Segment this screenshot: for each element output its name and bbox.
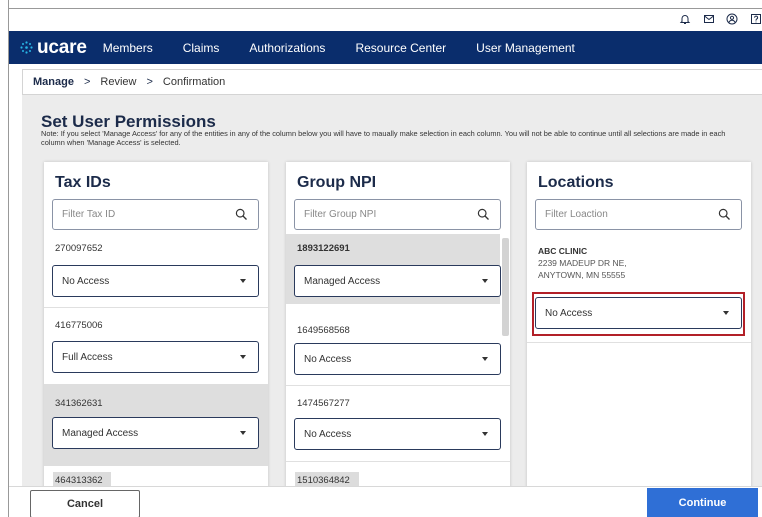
content-area: Set User Permissions Note: If you select… [22, 95, 762, 517]
breadcrumb-separator: > [146, 76, 153, 88]
nav-resource-center[interactable]: Resource Center [355, 41, 446, 55]
tax-id-label: 416775006 [55, 320, 103, 331]
tax-id-label: 341362631 [55, 398, 103, 409]
location-address-line2: ANYTOWN, MN 55555 [538, 270, 626, 280]
location-access-select[interactable]: No Access [535, 297, 742, 329]
search-icon[interactable] [235, 208, 248, 221]
divider [527, 342, 751, 343]
nav-claims[interactable]: Claims [183, 41, 220, 55]
search-icon[interactable] [718, 208, 731, 221]
nav-user-management[interactable]: User Management [476, 41, 575, 55]
chevron-down-icon [240, 355, 246, 359]
location-address-line1: 2239 MADEUP DR NE, [538, 258, 627, 268]
breadcrumb: Manage > Review > Confirmation [22, 69, 762, 95]
brand-name: ucare [37, 36, 87, 58]
bell-icon[interactable] [678, 12, 692, 26]
utility-bar [9, 9, 762, 31]
tax-id-label: 270097652 [55, 243, 103, 254]
npi-access-select[interactable]: Managed Access [294, 265, 501, 297]
chevron-down-icon [482, 357, 488, 361]
tax-id-access-select[interactable]: No Access [52, 265, 259, 297]
breadcrumb-separator: > [83, 76, 91, 88]
npi-access-select[interactable]: No Access [294, 343, 501, 375]
npi-label: 1649568568 [297, 325, 350, 336]
divider [286, 385, 510, 386]
continue-button[interactable]: Continue [647, 488, 758, 517]
chevron-down-icon [723, 311, 729, 315]
action-bar: Cancel Continue [9, 486, 762, 517]
npi-access-select[interactable]: No Access [294, 418, 501, 450]
filter-placeholder: Filter Loaction [545, 209, 608, 220]
nav-members[interactable]: Members [103, 41, 153, 55]
npi-label: 1474567277 [297, 398, 350, 409]
location-filter-input[interactable]: Filter Loaction [535, 199, 742, 230]
tax-id-filter-input[interactable]: Filter Tax ID [52, 199, 259, 230]
chevron-down-icon [240, 279, 246, 283]
select-value: No Access [62, 275, 110, 287]
page-note: Note: If you select 'Manage Access' for … [41, 129, 726, 147]
tax-id-access-select[interactable]: Full Access [52, 341, 259, 373]
help-icon[interactable] [749, 12, 762, 26]
tax-id-access-select[interactable]: Managed Access [52, 417, 259, 449]
group-npi-filter-input[interactable]: Filter Group NPI [294, 199, 501, 230]
tax-ids-panel: Tax IDs Filter Tax ID 270097652 No Acces… [44, 162, 268, 517]
app-frame: ucare Members Claims Authorizations Reso… [0, 0, 762, 517]
chevron-down-icon [482, 279, 488, 283]
group-npi-panel: Group NPI Filter Group NPI 1893122691 Ma… [286, 162, 510, 517]
chevron-down-icon [482, 432, 488, 436]
select-value: Managed Access [62, 427, 139, 439]
filter-placeholder: Filter Tax ID [62, 209, 116, 220]
divider [286, 461, 510, 462]
breadcrumb-manage: Manage [33, 76, 74, 88]
select-value: Managed Access [304, 275, 381, 287]
brand-mark-icon [20, 41, 33, 54]
main-nav: ucare Members Claims Authorizations Reso… [9, 31, 762, 64]
npi-label: 1893122691 [297, 243, 350, 254]
tax-id-label: 464313362 [55, 475, 103, 486]
user-icon[interactable] [725, 12, 739, 26]
select-value: No Access [545, 307, 593, 319]
scrollbar[interactable] [502, 238, 509, 336]
breadcrumb-review: Review [100, 76, 137, 88]
npi-label: 1510364842 [297, 475, 350, 486]
panel-title: Tax IDs [55, 174, 111, 191]
mail-icon[interactable] [702, 12, 716, 26]
select-value: No Access [304, 353, 352, 365]
filter-placeholder: Filter Group NPI [304, 209, 377, 220]
frame-border [8, 0, 9, 517]
select-value: No Access [304, 428, 352, 440]
search-icon[interactable] [477, 208, 490, 221]
select-value: Full Access [62, 351, 113, 363]
cancel-button[interactable]: Cancel [30, 490, 140, 517]
divider [44, 307, 268, 308]
location-name: ABC CLINIC [538, 246, 588, 256]
chevron-down-icon [240, 431, 246, 435]
breadcrumb-confirmation: Confirmation [162, 76, 226, 88]
nav-authorizations[interactable]: Authorizations [249, 41, 325, 55]
panel-title: Group NPI [297, 174, 377, 191]
brand-logo[interactable]: ucare [20, 37, 87, 59]
locations-panel: Locations Filter Loaction ABC CLINIC 223… [527, 162, 751, 517]
panel-title: Locations [538, 174, 614, 191]
